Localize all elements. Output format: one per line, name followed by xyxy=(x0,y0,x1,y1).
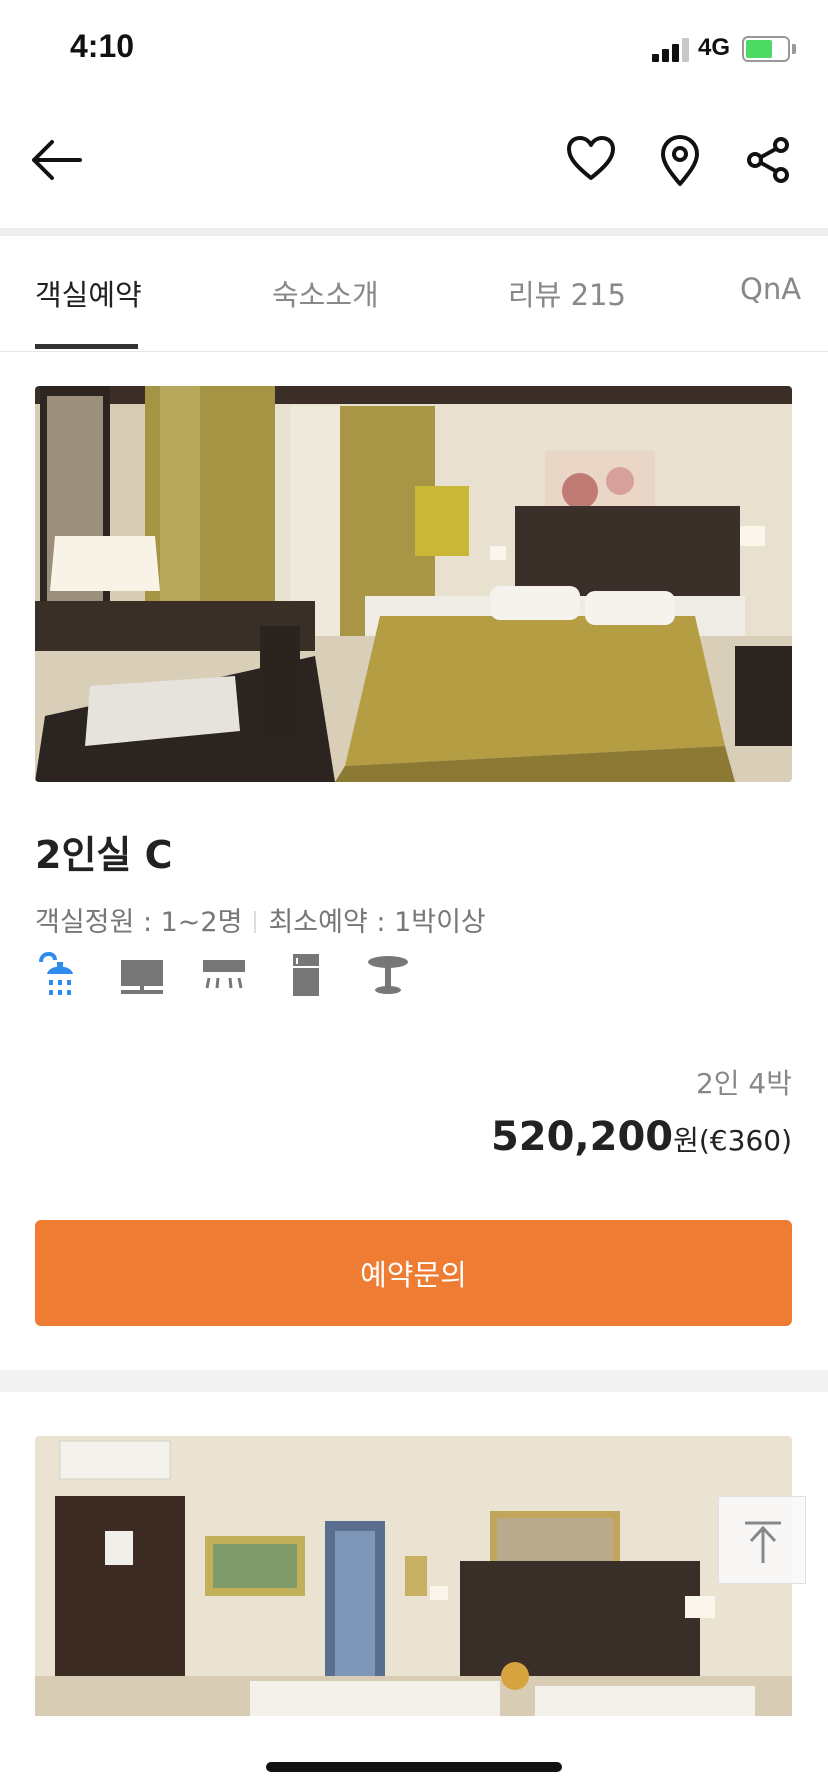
refrigerator-icon xyxy=(293,954,319,996)
tab-room-booking[interactable]: 객실예약 xyxy=(35,272,142,314)
tv-icon xyxy=(121,960,163,994)
status-bar: 4:10 4G xyxy=(0,0,828,100)
home-indicator xyxy=(266,1762,562,1772)
section-divider xyxy=(0,1370,828,1392)
amenity-icons xyxy=(35,950,435,1010)
price-unit: 원(€360) xyxy=(673,1124,792,1157)
arrow-up-to-top-icon xyxy=(745,1521,781,1563)
stay-summary: 2인 4박 xyxy=(695,1067,792,1100)
signal-icon xyxy=(652,38,690,62)
map-button[interactable] xyxy=(656,134,704,188)
air-conditioner-icon xyxy=(203,960,245,989)
share-button[interactable] xyxy=(744,136,792,184)
share-icon xyxy=(747,137,789,183)
scroll-to-top-button[interactable] xyxy=(718,1496,806,1584)
hotel-room-image-2 xyxy=(35,1436,792,1716)
active-tab-indicator xyxy=(35,344,138,349)
room-photo-2[interactable] xyxy=(35,1436,792,1716)
tab-reviews[interactable]: 리뷰 215 xyxy=(508,272,626,314)
location-pin-icon xyxy=(661,135,699,186)
status-time: 4:10 xyxy=(70,28,135,64)
network-type: 4G xyxy=(698,34,731,61)
hotel-room-image xyxy=(35,386,792,782)
tab-qna[interactable]: QnA xyxy=(740,272,801,306)
price-amount: 520,200 xyxy=(490,1114,674,1160)
battery-tip xyxy=(792,44,796,54)
heart-icon xyxy=(567,136,615,180)
room-photo[interactable] xyxy=(35,386,792,782)
arrow-left-icon xyxy=(32,140,82,180)
info-separator xyxy=(254,911,257,933)
room-name: 2인실 C xyxy=(35,833,173,877)
reservation-inquiry-button[interactable]: 예약문의 xyxy=(35,1220,792,1326)
room-min-stay: 최소예약 : 1박이상 xyxy=(268,907,486,938)
shower-icon xyxy=(39,951,73,995)
price: 520,200원(€360) xyxy=(491,1114,792,1160)
table-icon xyxy=(368,956,408,994)
room-capacity: 객실정원 : 1~2명 xyxy=(35,907,243,938)
header xyxy=(0,100,828,230)
room-info: 객실정원 : 1~2명 최소예약 : 1박이상 xyxy=(35,900,486,939)
battery-icon xyxy=(742,36,790,62)
header-divider xyxy=(0,228,828,236)
wishlist-button[interactable] xyxy=(566,134,616,184)
tab-bar: 객실예약 숙소소개 리뷰 215 QnA xyxy=(0,236,828,352)
back-button[interactable] xyxy=(30,138,86,182)
tab-accommodation-info[interactable]: 숙소소개 xyxy=(272,272,379,314)
